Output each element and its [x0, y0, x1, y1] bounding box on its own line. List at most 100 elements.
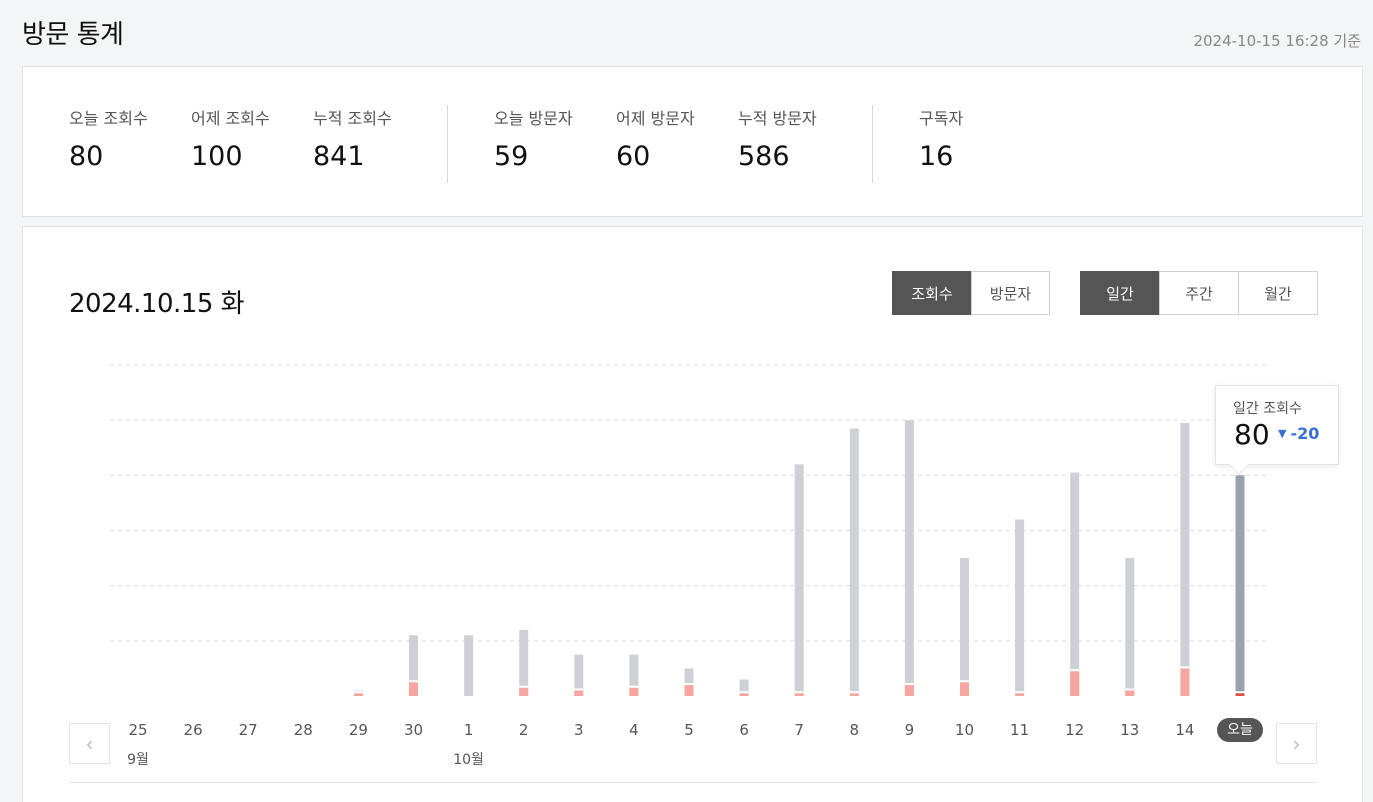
bar-separator-11 [739, 691, 749, 694]
tooltip-delta: ▼ -20 [1278, 424, 1319, 443]
bar-sub-7[interactable] [519, 687, 529, 696]
stat-label: 어제 조회수 [191, 109, 270, 128]
stat-label: 구독자 [919, 109, 964, 128]
stat-divider [447, 105, 448, 183]
bar-sub-13[interactable] [849, 693, 859, 696]
stat-value: 59 [494, 141, 529, 172]
bar-total-16[interactable] [1015, 519, 1025, 696]
chart-bottom-divider [69, 782, 1317, 783]
bar-sub-11[interactable] [739, 693, 749, 696]
bar-sub-4[interactable] [353, 693, 363, 696]
x-label-10[interactable]: 5 [669, 721, 709, 739]
x-label-12[interactable]: 7 [779, 721, 819, 739]
chevron-left-icon: ‹ [85, 731, 94, 756]
bar-sub-17[interactable] [1070, 671, 1080, 696]
x-label-9[interactable]: 4 [614, 721, 654, 739]
bar-separator-17 [1070, 669, 1080, 672]
stat-label: 오늘 방문자 [494, 109, 573, 128]
bar-separator-18 [1125, 688, 1135, 691]
x-label-0[interactable]: 25 [118, 721, 158, 739]
stat-today-visitors: 오늘 방문자 59 [494, 105, 573, 172]
month-label-1: 10월 [453, 752, 484, 768]
bar-sub-19[interactable] [1180, 668, 1190, 696]
x-label-18[interactable]: 13 [1110, 721, 1150, 739]
bar-sub-5[interactable] [409, 682, 418, 696]
stat-total-views: 누적 조회수 841 [313, 105, 392, 172]
tooltip-label: 일간 조회수 [1233, 401, 1302, 417]
bar-sub-20[interactable] [1235, 693, 1245, 696]
bar-separator-10 [684, 682, 694, 685]
x-label-17[interactable]: 12 [1055, 721, 1095, 739]
bar-chart [110, 364, 1268, 696]
bar-separator-15 [960, 680, 969, 683]
stat-label: 어제 방문자 [616, 109, 695, 128]
x-label-14[interactable]: 9 [889, 721, 929, 739]
tooltip-value: 80 [1234, 418, 1270, 451]
x-label-3[interactable]: 28 [283, 721, 323, 739]
stat-label: 누적 방문자 [738, 109, 817, 128]
x-label-15[interactable]: 10 [945, 721, 985, 739]
stat-yesterday-visitors: 어제 방문자 60 [616, 105, 695, 172]
bar-separator-13 [849, 691, 859, 694]
bar-separator-8 [574, 688, 584, 691]
bar-sub-15[interactable] [960, 682, 969, 696]
x-label-4[interactable]: 29 [338, 721, 378, 739]
bar-separator-19 [1180, 666, 1190, 669]
bar-sub-18[interactable] [1125, 690, 1135, 696]
bar-separator-20 [1235, 691, 1245, 694]
bar-total-6[interactable] [464, 635, 474, 696]
x-label-13[interactable]: 8 [834, 721, 874, 739]
bar-separator-4 [353, 691, 363, 694]
bar-sub-14[interactable] [904, 684, 914, 696]
bar-sub-16[interactable] [1015, 693, 1025, 696]
page-title: 방문 통계 [22, 20, 124, 50]
bar-separator-12 [794, 691, 804, 694]
stat-value: 60 [616, 141, 651, 172]
x-label-16[interactable]: 11 [1000, 721, 1040, 739]
prev-button[interactable]: ‹ [69, 723, 110, 764]
x-label-1[interactable]: 26 [173, 721, 213, 739]
bar-total-20[interactable] [1235, 475, 1245, 696]
bar-total-13[interactable] [849, 428, 859, 696]
bar-total-17[interactable] [1070, 472, 1080, 696]
x-label-8[interactable]: 3 [559, 721, 599, 739]
stat-value: 841 [313, 141, 365, 172]
bar-sub-8[interactable] [574, 690, 584, 696]
bar-total-12[interactable] [794, 464, 804, 696]
x-label-6[interactable]: 1 [449, 721, 489, 739]
next-button[interactable]: › [1276, 723, 1317, 764]
stat-yesterday-views: 어제 조회수 100 [191, 105, 270, 172]
bar-total-18[interactable] [1125, 558, 1135, 696]
x-label-11[interactable]: 6 [724, 721, 764, 739]
stat-subscribers: 구독자 16 [919, 105, 963, 172]
stat-label: 오늘 조회수 [69, 109, 148, 128]
bar-total-14[interactable] [904, 420, 914, 696]
summary-card: 오늘 조회수 80 어제 조회수 100 누적 조회수 841 오늘 방문자 5… [22, 66, 1363, 217]
stat-today-views: 오늘 조회수 80 [69, 105, 148, 172]
tooltip-delta-value: -20 [1290, 424, 1320, 443]
bar-sub-12[interactable] [794, 693, 804, 696]
chart-card: 2024.10.15 화 조회수 방문자 일간 주간 월간 일간 조회수 80 … [22, 226, 1363, 802]
bar-separator-5 [409, 680, 418, 683]
bar-separator-9 [629, 685, 639, 688]
bar-sub-10[interactable] [684, 684, 694, 696]
stat-label: 누적 조회수 [313, 109, 392, 128]
bar-sub-9[interactable] [629, 687, 639, 696]
month-label-0: 9월 [127, 752, 149, 768]
page-timestamp: 2024-10-15 16:28 기준 [1193, 32, 1361, 50]
chart-tooltip: 일간 조회수 80 ▼ -20 [1215, 385, 1339, 475]
x-label-19[interactable]: 14 [1165, 721, 1205, 739]
x-label-2[interactable]: 27 [228, 721, 268, 739]
bar-separator-16 [1015, 691, 1025, 694]
x-label-5[interactable]: 30 [394, 721, 434, 739]
triangle-down-icon: ▼ [1278, 427, 1287, 440]
bar-total-19[interactable] [1180, 422, 1190, 696]
bar-separator-14 [904, 682, 914, 685]
bar-total-15[interactable] [960, 558, 969, 696]
stat-total-visitors: 누적 방문자 586 [738, 105, 817, 172]
x-label-7[interactable]: 2 [504, 721, 544, 739]
chevron-right-icon: › [1292, 731, 1301, 756]
x-label-today[interactable]: 오늘 [1217, 718, 1263, 742]
stat-value: 80 [69, 141, 104, 172]
stat-value: 100 [191, 141, 243, 172]
